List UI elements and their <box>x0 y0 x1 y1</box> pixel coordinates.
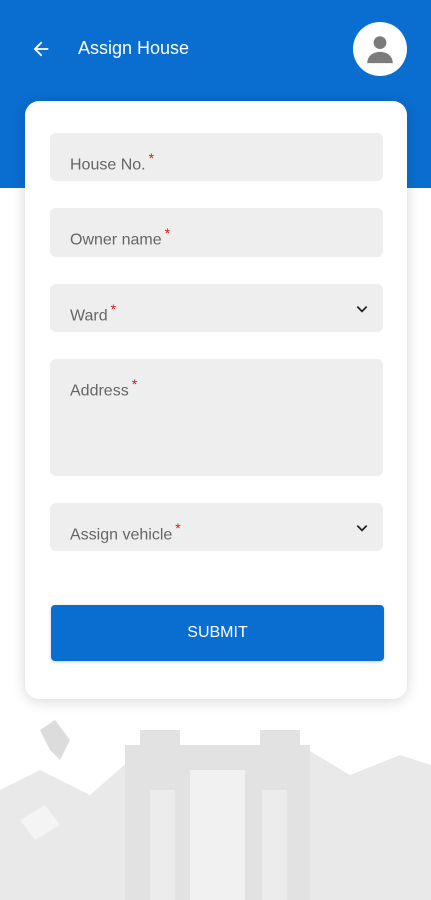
chevron-down-icon <box>356 525 368 532</box>
house-no-field[interactable]: House No. * <box>50 133 383 181</box>
user-icon <box>367 36 393 64</box>
required-mark: * <box>148 150 155 166</box>
required-mark: * <box>110 301 117 317</box>
address-field[interactable]: Address * <box>50 359 383 476</box>
ward-select[interactable]: Ward * <box>50 284 383 332</box>
house-no-label: House No. * <box>70 150 155 174</box>
ward-label: Ward * <box>70 301 117 325</box>
city-landmark-illustration <box>0 720 431 900</box>
required-mark: * <box>164 225 171 241</box>
assign-house-form: House No. * Owner name * Ward * Address * As… <box>25 101 407 699</box>
back-button[interactable] <box>26 34 56 64</box>
assign-vehicle-label: Assign vehicle * <box>70 520 181 544</box>
assign-vehicle-select[interactable]: Assign vehicle * <box>50 503 383 551</box>
owner-name-label: Owner name * <box>70 225 171 249</box>
required-mark: * <box>175 520 181 536</box>
chevron-down-icon <box>356 306 368 313</box>
arrow-left-icon <box>33 41 49 57</box>
address-label: Address * <box>70 376 138 400</box>
submit-button[interactable]: SUBMIT <box>51 605 384 661</box>
page-title: Assign House <box>78 38 190 58</box>
avatar[interactable] <box>353 22 407 76</box>
owner-name-field[interactable]: Owner name * <box>50 208 383 257</box>
required-mark: * <box>131 376 138 392</box>
